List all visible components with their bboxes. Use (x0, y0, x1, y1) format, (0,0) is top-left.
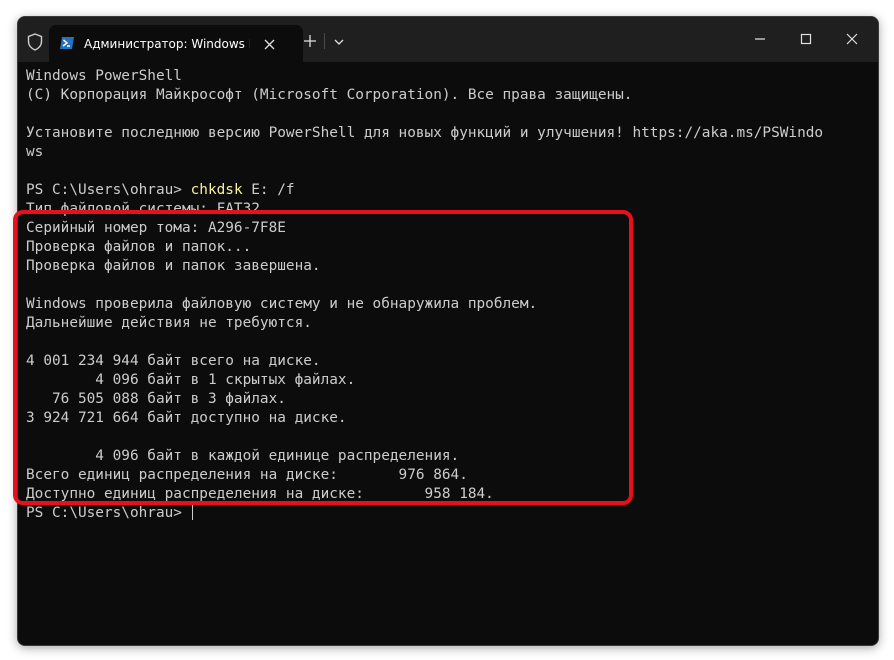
plus-icon (304, 35, 316, 47)
tab-powershell[interactable]: Администратор: Windows PowerShell (49, 25, 303, 62)
maximize-icon (800, 33, 812, 45)
command-line: PS C:\Users\ohrau> chkdsk E: /f (26, 181, 295, 200)
output-line: Установите последнюю версию PowerShell д… (26, 125, 824, 141)
close-tab-button[interactable] (259, 34, 279, 54)
command-name: chkdsk (190, 182, 243, 198)
close-icon (264, 39, 275, 50)
shield-icon (27, 33, 43, 51)
powershell-icon (60, 37, 74, 49)
maximize-button[interactable] (786, 25, 826, 53)
tab-title: Администратор: Windows PowerShell (84, 37, 250, 51)
minimize-button[interactable] (740, 25, 780, 53)
title-bar[interactable]: Администратор: Windows PowerShell (18, 17, 878, 62)
output-line: ws (26, 144, 44, 160)
prompt: PS C:\Users\ohrau> (26, 182, 191, 198)
minimize-icon (755, 38, 765, 40)
prompt-line[interactable]: PS C:\Users\ohrau> (26, 504, 193, 523)
prompt: PS C:\Users\ohrau> (26, 505, 191, 521)
output-line: Windows PowerShell (26, 68, 182, 84)
tab-dropdown-button[interactable] (329, 30, 349, 52)
new-tab-button[interactable] (298, 29, 322, 53)
close-icon (846, 33, 858, 45)
chevron-down-icon (334, 39, 344, 45)
text-cursor (191, 504, 193, 520)
output-line: (C) Корпорация Майкрософт (Microsoft Cor… (26, 87, 633, 103)
highlight-annotation-box (13, 210, 633, 505)
close-window-button[interactable] (832, 25, 872, 53)
title-separator (324, 33, 325, 49)
command-args: E: /f (242, 182, 295, 198)
